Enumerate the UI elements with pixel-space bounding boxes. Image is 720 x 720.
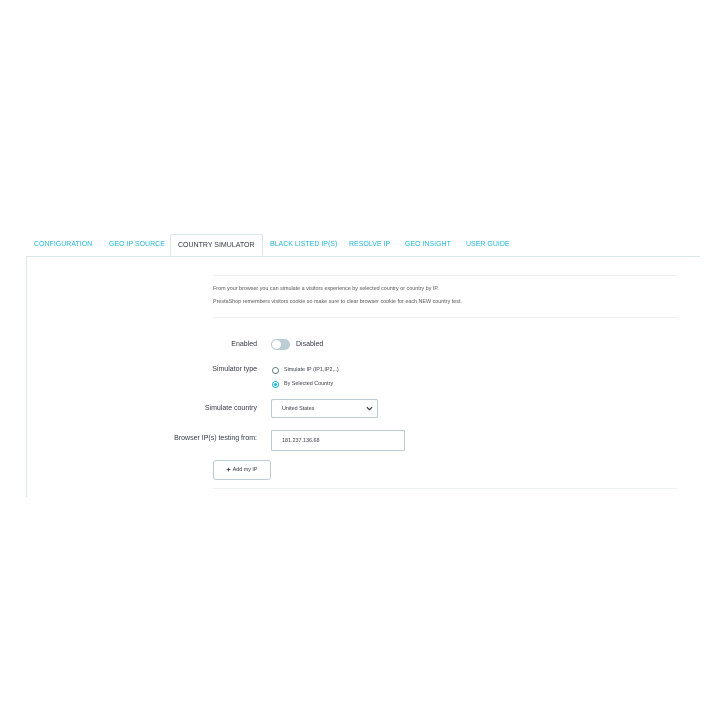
info-block: From your browser you can simulate a vis… xyxy=(213,275,677,318)
radio-simulate-ip[interactable]: Simulate IP (IP1,IP2,..) xyxy=(272,366,339,374)
radio-button[interactable] xyxy=(272,380,279,388)
tab-geo-ip-source[interactable]: GEO IP SOURCE xyxy=(109,234,165,256)
tab-resolve-ip[interactable]: RESOLVE IP xyxy=(349,234,390,256)
input-value: 181.237.136.68 xyxy=(282,438,320,444)
simulate-country-select[interactable]: United States xyxy=(271,399,378,418)
info-text-line-2: PrestaShop remembers visitors cookie so … xyxy=(213,299,462,305)
simulator-type-label: Simulator type xyxy=(212,366,257,373)
radio-label: Simulate IP (IP1,IP2,..) xyxy=(284,367,339,373)
radio-label: By Selected Country xyxy=(284,381,334,387)
divider xyxy=(213,488,677,489)
tab-black-listed-ips[interactable]: BLACK LISTED IP(S) xyxy=(270,234,337,256)
browser-ip-input[interactable]: 181.237.136.68 xyxy=(271,430,405,451)
chevron-down-icon xyxy=(366,406,373,411)
country-simulator-panel: From your browser you can simulate a vis… xyxy=(26,256,701,497)
simulate-country-label: Simulate country xyxy=(204,405,257,412)
radio-button[interactable] xyxy=(272,366,279,374)
info-text-line-1: From your browser you can simulate a vis… xyxy=(213,286,439,292)
tab-configuration[interactable]: CONFIGURATION xyxy=(34,234,92,256)
tab-country-simulator[interactable]: COUNTRY SIMULATOR xyxy=(170,234,263,256)
tab-bar: CONFIGURATION GEO IP SOURCE COUNTRY SIMU… xyxy=(26,234,700,257)
toggle-knob xyxy=(272,340,281,349)
browser-ip-label: Browser IP(s) testing from: xyxy=(174,435,257,442)
radio-by-selected-country[interactable]: By Selected Country xyxy=(272,380,333,388)
tab-geo-insight[interactable]: GEO INSIGHT xyxy=(405,234,451,256)
add-my-ip-label: Add my IP xyxy=(232,467,258,473)
enabled-label: Enabled xyxy=(231,341,257,348)
enabled-state-text: Disabled xyxy=(296,341,324,348)
tab-user-guide[interactable]: USER GUIDE xyxy=(466,234,510,256)
select-value: United States xyxy=(282,406,315,412)
add-my-ip-button[interactable]: + Add my IP xyxy=(213,460,271,480)
enabled-toggle[interactable] xyxy=(271,339,290,350)
plus-icon: + xyxy=(226,466,231,474)
